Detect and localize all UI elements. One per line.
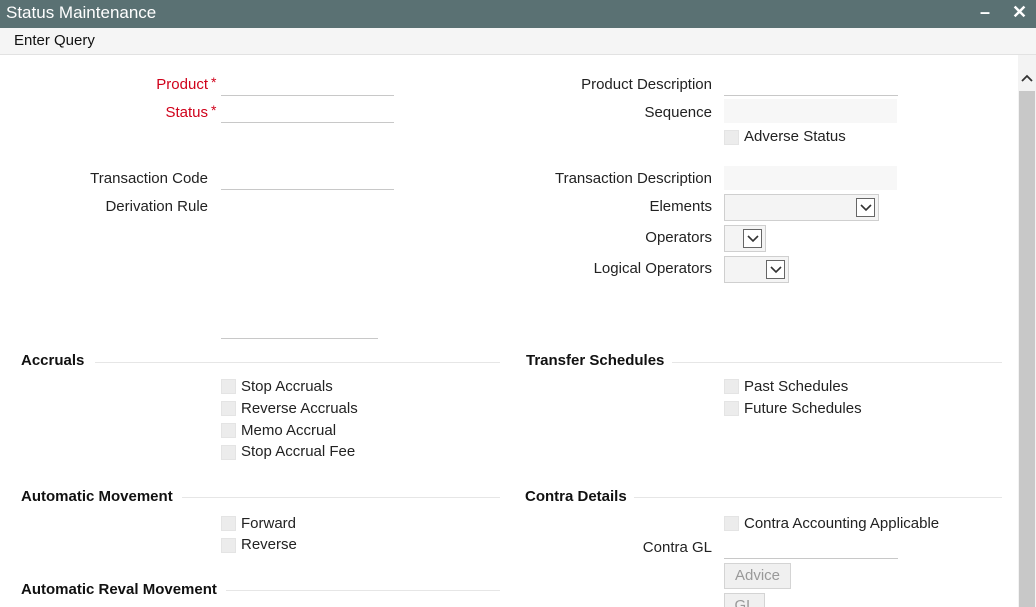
product-label: Product [156,76,208,93]
memo-accrual-label: Memo Accrual [241,422,337,439]
product-description-label: Product Description [581,76,712,93]
automatic-reval-divider [226,590,500,591]
adverse-status-checkbox[interactable] [724,130,739,145]
chevron-up-icon[interactable] [1021,69,1033,86]
gl-button[interactable]: GL [724,593,765,607]
transaction-description-field [724,166,897,190]
reverse-accruals-label: Reverse Accruals [241,400,358,417]
automatic-movement-heading: Automatic Movement [21,488,173,505]
future-schedules-checkbox[interactable] [724,401,739,416]
operators-label: Operators [645,229,712,246]
form-content: Product * Status * Product Description S… [0,55,1018,607]
product-input[interactable] [221,76,394,96]
transfer-schedules-heading: Transfer Schedules [526,352,665,369]
forward-label: Forward [241,515,297,532]
elements-select[interactable] [724,194,879,221]
reverse-accruals-checkbox[interactable] [221,401,236,416]
title-bar: Status Maintenance – ✕ [0,0,1036,28]
sequence-field [724,99,897,123]
status-input[interactable] [221,103,394,123]
derivation-rule-textarea[interactable] [221,338,378,339]
operators-select[interactable] [724,225,766,252]
accruals-heading: Accruals [21,352,85,369]
automatic-reval-heading: Automatic Reval Movement [21,581,217,598]
chevron-down-icon [766,260,785,279]
advice-button[interactable]: Advice [724,563,791,589]
chevron-down-icon [856,198,875,217]
scrollbar-thumb[interactable] [1019,91,1035,607]
derivation-rule-label: Derivation Rule [105,198,208,215]
adverse-status-label: Adverse Status [744,128,846,145]
contra-accounting-checkbox[interactable] [724,516,739,531]
contra-accounting-label: Contra Accounting Applicable [744,515,940,532]
status-label: Status [165,104,208,121]
vertical-scrollbar[interactable] [1018,55,1036,607]
past-schedules-checkbox[interactable] [724,379,739,394]
stop-accrual-fee-checkbox[interactable] [221,445,236,460]
automatic-movement-divider [182,497,500,498]
minimize-button[interactable]: – [980,2,990,23]
chevron-down-icon [743,229,762,248]
product-required-marker: * [211,74,217,90]
enter-query-button[interactable]: Enter Query [14,32,95,49]
stop-accruals-checkbox[interactable] [221,379,236,394]
transaction-description-label: Transaction Description [554,170,712,187]
elements-label: Elements [649,198,712,215]
reverse-label: Reverse [241,536,297,553]
product-description-input[interactable] [724,76,898,96]
toolbar: Enter Query [0,28,1036,55]
contra-details-divider [634,497,1002,498]
future-schedules-label: Future Schedules [744,400,862,417]
reverse-checkbox[interactable] [221,538,236,553]
window-title: Status Maintenance [6,3,157,22]
transaction-code-input[interactable] [221,170,394,190]
contra-details-heading: Contra Details [525,488,627,505]
logical-operators-select[interactable] [724,256,789,283]
accruals-divider [95,362,500,363]
contra-gl-label: Contra GL [642,539,712,556]
forward-checkbox[interactable] [221,516,236,531]
memo-accrual-checkbox[interactable] [221,423,236,438]
status-required-marker: * [211,102,217,118]
transaction-code-label: Transaction Code [90,170,208,187]
logical-operators-label: Logical Operators [593,260,712,277]
past-schedules-label: Past Schedules [744,378,849,395]
contra-gl-input[interactable] [724,539,898,559]
transfer-schedules-divider [672,362,1002,363]
stop-accruals-label: Stop Accruals [241,378,333,395]
stop-accrual-fee-label: Stop Accrual Fee [241,443,356,460]
close-button[interactable]: ✕ [1012,2,1027,23]
sequence-label: Sequence [644,104,712,121]
